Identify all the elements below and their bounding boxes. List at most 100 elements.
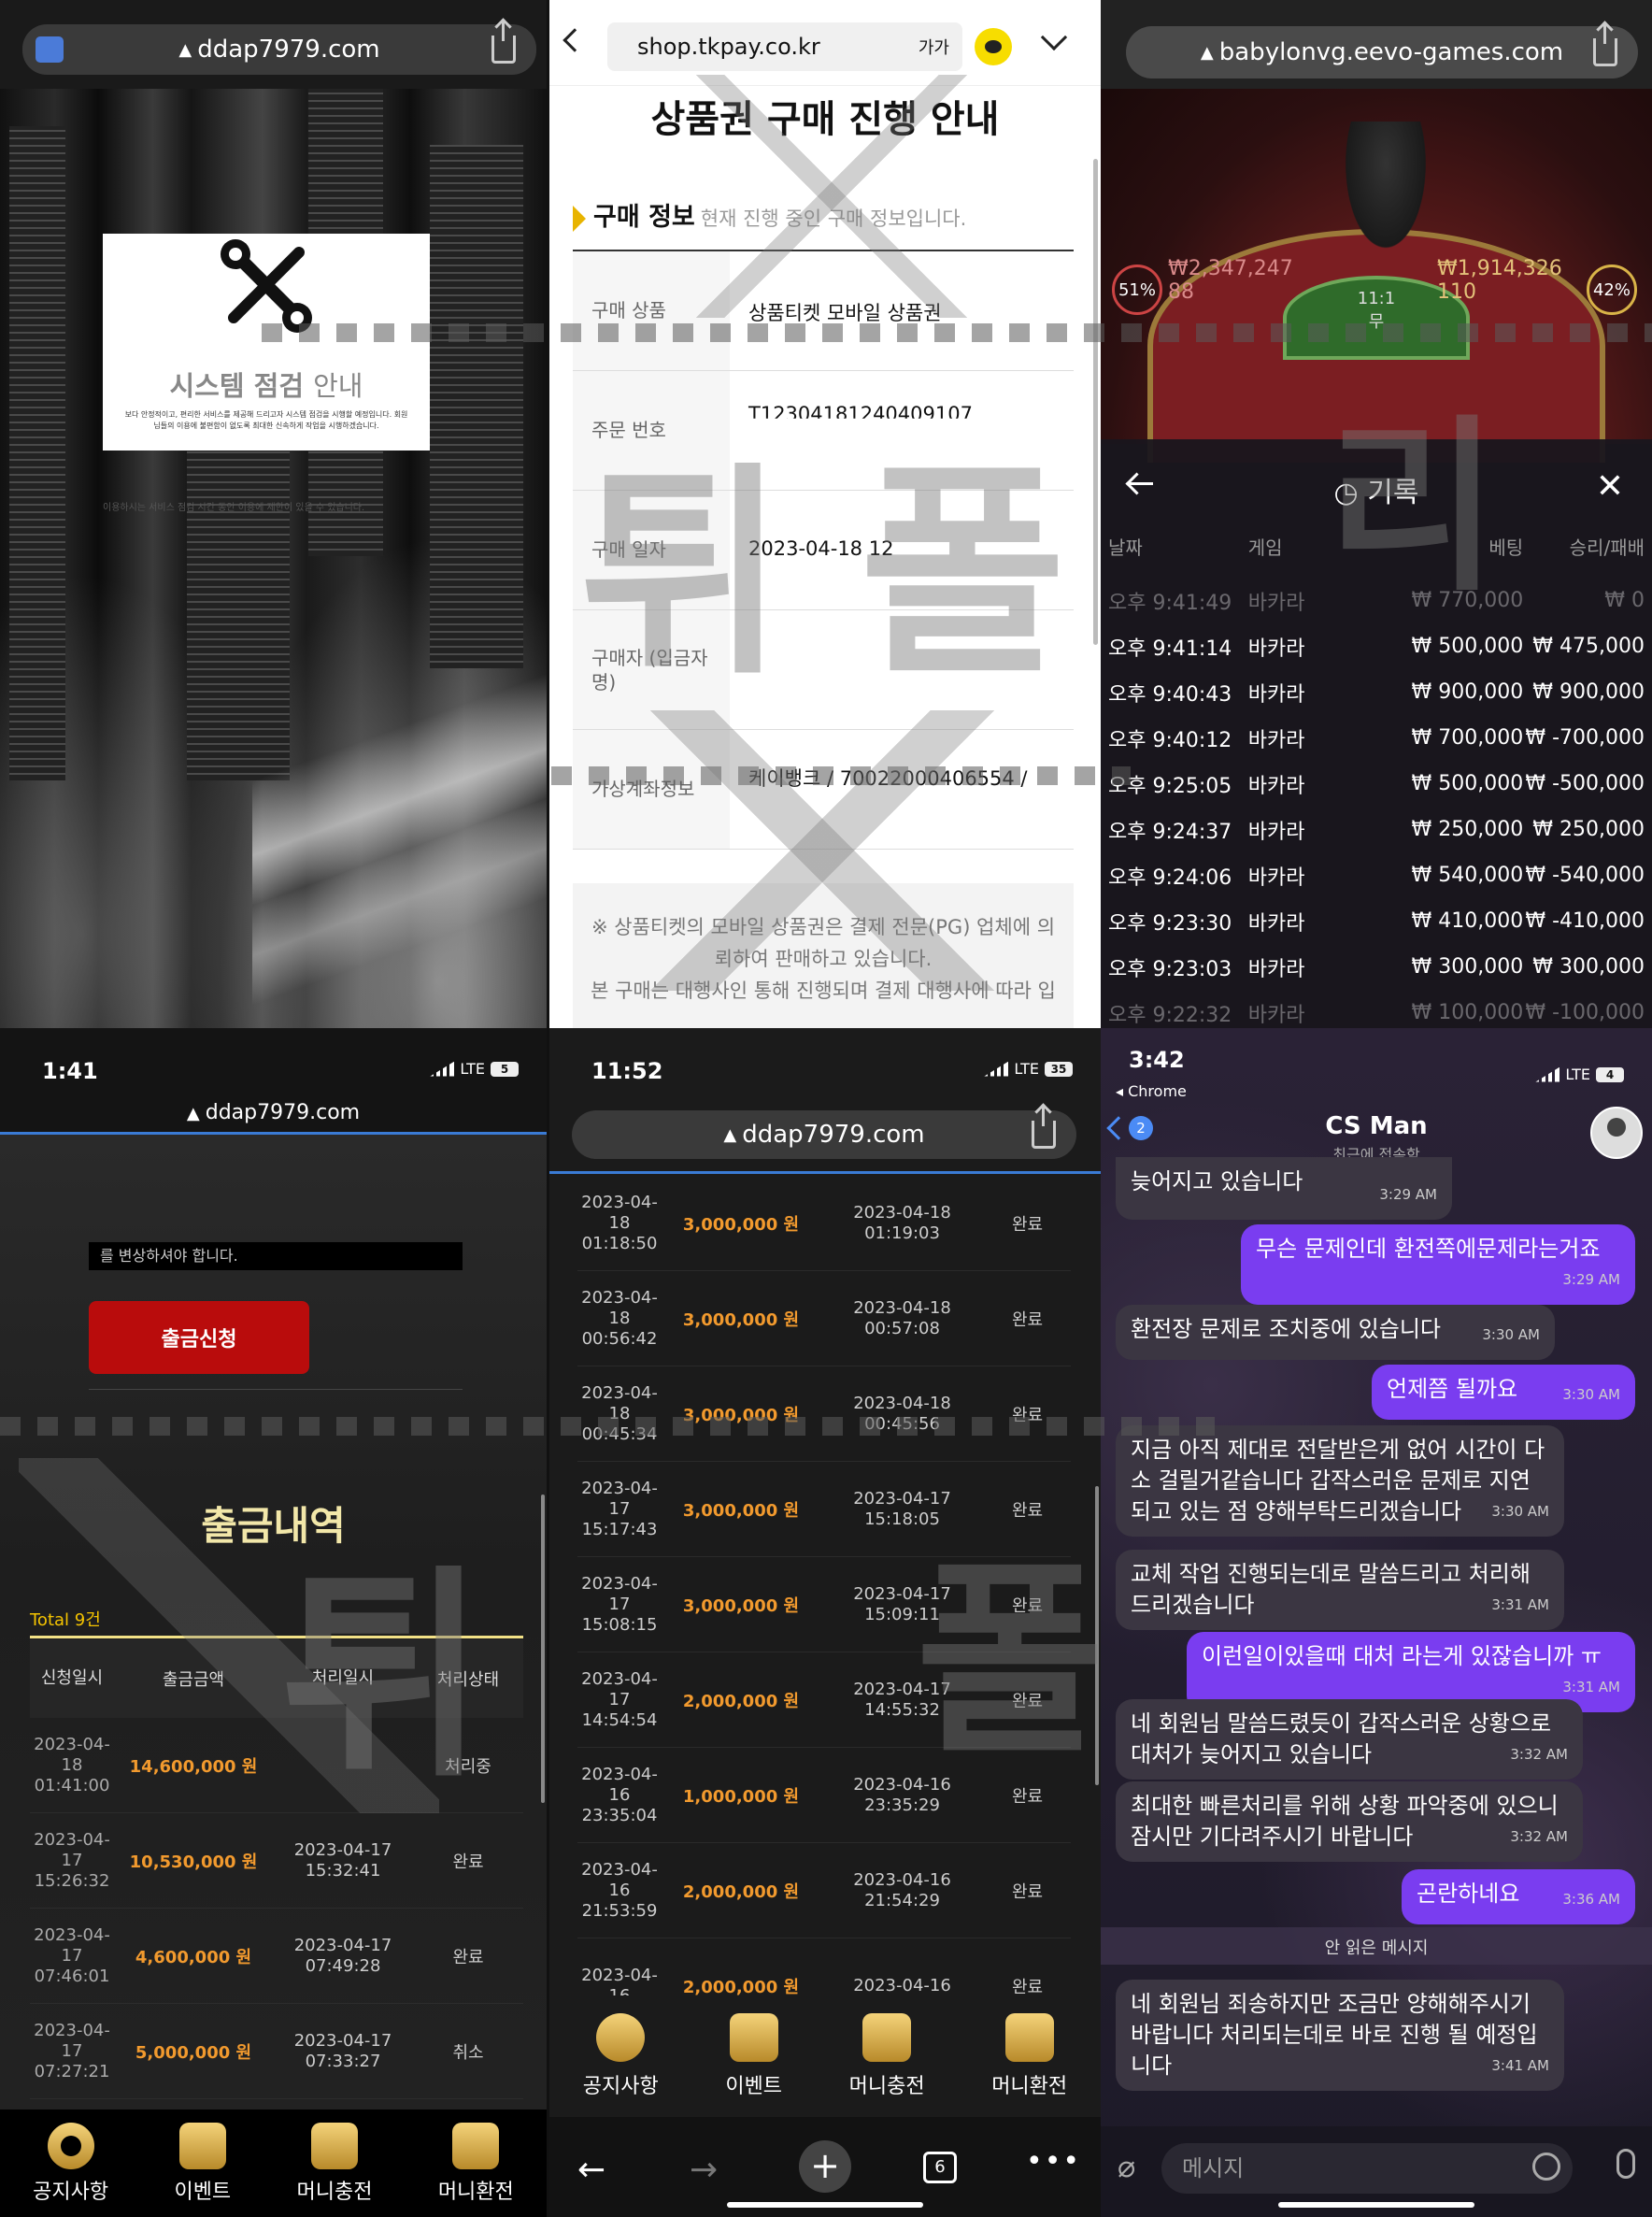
table-row: 구매자 (입금자명) xyxy=(573,610,1074,730)
city-background-image xyxy=(0,89,547,1028)
mic-icon[interactable] xyxy=(1616,2149,1635,2179)
history-cell: 바카라 xyxy=(1247,865,1305,890)
share-icon[interactable] xyxy=(1032,1106,1056,1149)
nav-deposit[interactable]: 머니충전 xyxy=(296,2122,373,2205)
page-title: 상품권 구매 진행 안내 xyxy=(650,98,1000,141)
history-cell: 오후 9:41:14 xyxy=(1108,636,1232,661)
history-cell: ₩ -500,000 xyxy=(1525,772,1645,795)
nav-label: 머니충전 xyxy=(296,2180,373,2204)
message-in: 늦어지고 있습니다 3:29 AM xyxy=(1116,1157,1452,1220)
nav-event[interactable]: 이벤트 xyxy=(174,2122,231,2205)
chat-screenshot: 3:42 LTE 4 ◂ Chrome 2 CS Man 최근에 접속함 늦어지고 … xyxy=(1101,1028,1652,2217)
table-row: 2023-04-16 23:35:04 1,000,000 원 2023-04-16… xyxy=(577,1748,1071,1843)
player-bet-total: ₩2,347,247 88 xyxy=(1168,257,1293,304)
processed-date: 2023-04-17 15:32:41 xyxy=(293,1839,392,1881)
row-label: 구매자 (입금자명) xyxy=(573,610,730,729)
share-icon[interactable] xyxy=(491,21,516,64)
nav-withdraw[interactable]: 머니환전 xyxy=(991,2013,1067,2099)
table-row: 2023-04-18 00:45:34 3,000,000 원 2023-04-18… xyxy=(577,1366,1071,1462)
nav-label: 머니환전 xyxy=(991,2075,1068,2098)
tabs-button[interactable]: 6 xyxy=(923,2152,957,2183)
back-to-app[interactable]: ◂ Chrome xyxy=(1116,1082,1187,1100)
amount: 1,000,000 원 xyxy=(682,1786,800,1807)
address-bar[interactable]: ▲ babylonvg.eevo-games.com xyxy=(1126,23,1638,79)
casino-history-screenshot: ▲ babylonvg.eevo-games.com 51% ₩2,347,247… xyxy=(1101,0,1652,1028)
more-icon[interactable]: ••• xyxy=(1026,2145,1081,2178)
kakao-icon[interactable] xyxy=(975,28,1012,65)
scrollbar[interactable] xyxy=(1095,1486,1099,1785)
message-text: 최대한 빠른처리를 위해 상황 파악중에 있으니 잠시만 기다려주시기 바랍니다 xyxy=(1131,1793,1559,1850)
nav-label: 머니환전 xyxy=(437,2180,514,2204)
message-time: 3:29 AM xyxy=(1379,1186,1437,1203)
history-cell: ₩ 0 xyxy=(1604,589,1645,612)
nav-label: 이벤트 xyxy=(725,2075,783,2098)
banker-bet-amount: ₩1,914,326 xyxy=(1437,257,1562,280)
attach-icon[interactable]: ⌀ xyxy=(1118,2149,1135,2184)
history-cell: ₩ 770,000 xyxy=(1411,589,1524,612)
close-icon[interactable]: ✕ xyxy=(1596,467,1624,506)
headset-icon xyxy=(47,2122,94,2169)
message-time: 3:30 AM xyxy=(1491,1503,1549,1520)
bullet-icon xyxy=(573,205,586,232)
column-header: 승리/패배 xyxy=(1569,536,1645,559)
network-status: LTE 5 xyxy=(430,1060,519,1078)
nav-notice[interactable]: 공지사항 xyxy=(583,2013,659,2099)
unread-label: 안 읽은 메시지 xyxy=(1324,1938,1429,1958)
request-date: 2023-04-17 07:27:21 xyxy=(34,2020,110,2081)
nav-event[interactable]: 이벤트 xyxy=(725,2013,782,2099)
network-type: LTE xyxy=(460,1060,485,1078)
clock-time: 3:42 xyxy=(1129,1047,1185,1073)
home-indicator xyxy=(727,2202,923,2208)
share-icon[interactable] xyxy=(1593,23,1617,66)
scrollbar[interactable] xyxy=(1093,159,1098,645)
history-cell: 바카라 xyxy=(1247,591,1305,615)
history-cell: ₩ 900,000 xyxy=(1411,680,1524,704)
network-type: LTE xyxy=(1565,1066,1590,1083)
translate-icon[interactable] xyxy=(36,36,64,63)
chevron-down-icon[interactable] xyxy=(1040,23,1068,51)
deposit-history-screenshot: 11:52 LTE 35 ▲ ddap7979.com 2023-04-18 01:1… xyxy=(549,1028,1101,2217)
message-text: 곤란하네요 xyxy=(1417,1881,1520,1907)
status: 취소 xyxy=(452,2042,484,2063)
status: 완료 xyxy=(1011,1309,1044,1330)
processed-date: 2023-04-17 15:18:05 xyxy=(853,1488,951,1529)
history-panel: ◷ 기록 ✕ 날짜 게임 베팅 승리/패배 오후 9:41:49 바카라 ₩ 770… xyxy=(1101,439,1652,1028)
row-value: 상품티켓 모바일 상품권 xyxy=(748,302,942,324)
sticker-icon[interactable] xyxy=(1532,2153,1560,2181)
nav-notice[interactable]: 공지사항 xyxy=(33,2122,108,2205)
history-title-text: 기록 xyxy=(1367,477,1419,509)
table-row: 가상계좌정보 케이뱅크 / 70022000406554 / xyxy=(573,730,1074,850)
address-bar[interactable]: ▲ ddap7979.com xyxy=(0,1101,547,1124)
back-icon[interactable]: ← xyxy=(577,2151,605,2189)
withdraw-request-button[interactable]: 출금신청 xyxy=(89,1301,309,1374)
text-size-button[interactable]: 가가 xyxy=(919,35,949,59)
status: 완료 xyxy=(1011,1405,1044,1425)
new-tab-button[interactable]: + xyxy=(799,2140,851,2193)
back-icon[interactable] xyxy=(563,28,587,52)
message-out: 언제쯤 될까요 3:30 AM xyxy=(1372,1365,1635,1420)
address-bar[interactable]: ▲ ddap7979.com xyxy=(572,1106,1076,1159)
message-time: 3:29 AM xyxy=(1562,1271,1620,1288)
avatar[interactable] xyxy=(1590,1107,1643,1159)
forward-icon[interactable]: → xyxy=(690,2151,718,2189)
scrollbar[interactable] xyxy=(541,1495,545,1803)
address-bar[interactable]: shop.tkpay.co.kr 가가 xyxy=(607,22,962,71)
maintenance-title: 시스템 점검 xyxy=(169,370,305,402)
amount: 5,000,000 원 xyxy=(135,2042,252,2063)
request-date: 2023-04-18 01:41:00 xyxy=(34,1734,110,1795)
processed-date: 2023-04-16 xyxy=(853,1975,951,1995)
maintenance-description: 보다 안정적이고, 편리한 서비스를 제공해 드리고자 시스템 점검을 시행할 … xyxy=(124,410,408,430)
message-time: 3:41 AM xyxy=(1491,2057,1549,2074)
transaction-list: 2023-04-18 01:18:50 3,000,000 원 2023-04-18… xyxy=(577,1176,1071,2034)
nav-withdraw[interactable]: 머니환전 xyxy=(437,2122,514,2205)
message-input[interactable]: 메시지 xyxy=(1161,2143,1573,2194)
status: 완료 xyxy=(1011,1786,1044,1807)
address-bar[interactable]: ▲ ddap7979.com xyxy=(22,21,536,75)
page-content: 를 변상하셔야 합니다. 출금신청 출금내역 Total 9건 신청일시 출금금… xyxy=(0,1135,547,2217)
url-text: ddap7979.com xyxy=(205,1101,361,1124)
table-row: 2023-04-17 14:54:54 2,000,000 원 2023-04-17… xyxy=(577,1652,1071,1748)
table-row: 주문 번호 T12304181240409107 xyxy=(573,371,1074,491)
table-row: 2023-04-17 15:26:32 10,530,000 원 2023-04-1… xyxy=(30,1813,523,1909)
amount: 10,530,000 원 xyxy=(129,1852,258,1872)
nav-deposit[interactable]: 머니충전 xyxy=(849,2013,925,2099)
